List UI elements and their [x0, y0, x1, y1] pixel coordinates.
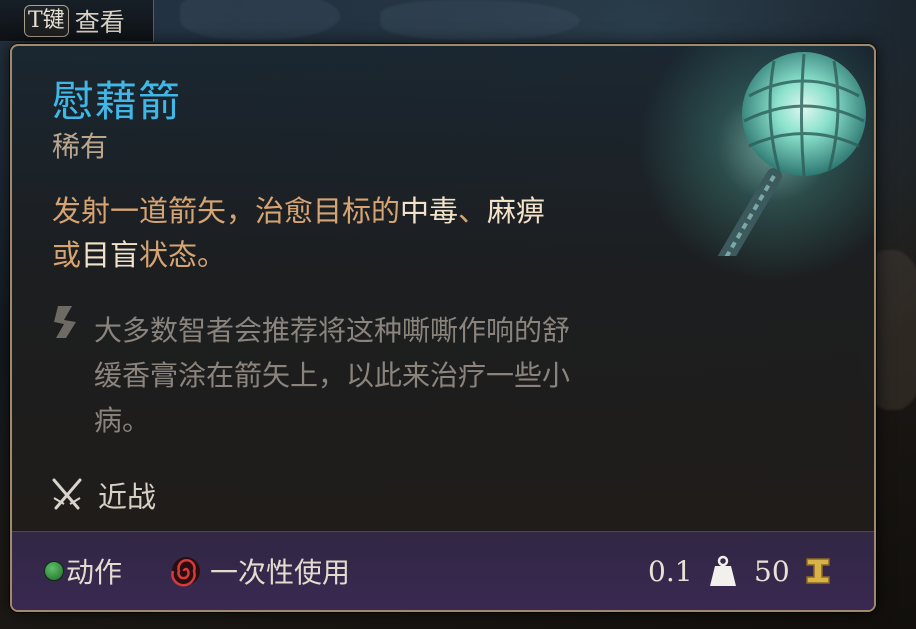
- description-text: 、: [458, 194, 488, 228]
- weapon-type: 近战: [50, 474, 156, 516]
- value-display: 50: [754, 532, 832, 610]
- action-label: 动作: [66, 556, 123, 589]
- status-keyword-paralysis[interactable]: 麻痹: [487, 194, 545, 228]
- key-badge: T键: [24, 4, 69, 37]
- item-tooltip: 慰藉箭 稀有 发射一道箭矢，治愈目标的中毒、麻痹或目盲状态。 大多数智者会推荐将…: [10, 44, 876, 612]
- red-spiral-icon: [171, 557, 200, 587]
- background-rock: [180, 0, 340, 40]
- inspect-label: 查看: [74, 7, 125, 37]
- weight-value: 0.1: [648, 554, 693, 588]
- description-text: 或: [52, 238, 82, 272]
- inspect-hint[interactable]: T键 查看: [0, 0, 154, 42]
- flavor-text: 大多数智者会推荐将这种嘶嘶作响的舒缓香膏涂在箭矢上，以此来治疗一些小病。: [94, 314, 571, 437]
- consumable-label: 一次性使用: [210, 556, 351, 589]
- description-text: 状态。: [139, 238, 227, 272]
- status-keyword-blind[interactable]: 目盲: [81, 238, 139, 272]
- arrow-item-icon: [717, 52, 866, 256]
- green-dot-icon: [44, 561, 64, 581]
- crossed-swords-icon: [52, 478, 82, 510]
- item-description: 发射一道箭矢，治愈目标的中毒、麻痹或目盲状态。: [52, 189, 612, 277]
- tooltip-footer: 动作 一次性使用 0.1 50: [12, 531, 874, 610]
- gold-value: 50: [754, 554, 790, 588]
- item-name: 慰藉箭: [52, 77, 182, 126]
- item-rarity: 稀有: [52, 130, 109, 163]
- coin-icon: [805, 558, 830, 584]
- weight-display: 0.1: [648, 532, 737, 610]
- action-cost[interactable]: 动作: [44, 532, 122, 610]
- weapon-type-label: 近战: [98, 480, 157, 514]
- quote-icon: [54, 306, 76, 338]
- game-scene: T键 查看 慰藉箭 稀有 发射一道箭矢，治愈目标的中毒、麻痹 或目盲状态。 大多…: [0, 0, 916, 629]
- description-text: 发射一道箭矢，治愈目标的: [52, 194, 401, 228]
- status-keyword-poison[interactable]: 中毒: [400, 194, 458, 228]
- consumable-tag[interactable]: 一次性使用: [170, 532, 350, 610]
- background-rock: [380, 0, 580, 40]
- weight-icon: [709, 555, 736, 586]
